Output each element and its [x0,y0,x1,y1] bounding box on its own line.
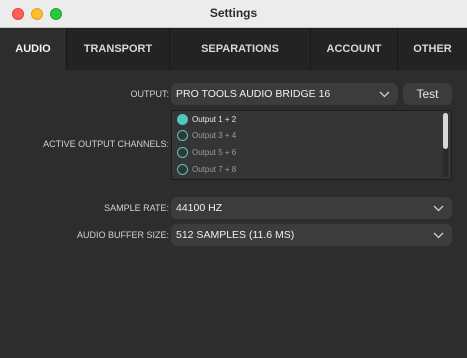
radio-icon [177,164,188,176]
output-select[interactable]: PRO TOOLS AUDIO BRIDGE 16 [171,83,398,105]
radio-icon [177,114,188,126]
settings-window: Settings AUDIO TRANSPORT SEPARATIONS ACC… [0,0,467,358]
channel-option-3-4[interactable]: Output 3 + 4 [177,129,236,143]
channel-option-5-6[interactable]: Output 5 + 6 [177,146,236,160]
sample-rate-value: 44100 HZ [176,202,223,214]
radio-icon [177,147,188,159]
channel-label: Output 1 + 2 [192,115,237,124]
buffer-size-label: AUDIO BUFFER SIZE: [76,230,169,240]
tab-account[interactable]: ACCOUNT [311,28,398,70]
channel-option-1-2[interactable]: Output 1 + 2 [177,113,236,127]
channel-option-7-8[interactable]: Output 7 + 8 [177,163,236,177]
channel-label: Output 5 + 6 [192,148,237,157]
buffer-size-select[interactable]: 512 SAMPLES (11.6 MS) [171,224,452,246]
tab-separations[interactable]: SEPARATIONS [170,28,311,70]
tab-transport[interactable]: TRANSPORT [67,28,170,70]
window-title: Settings [209,6,258,20]
sample-rate-label: SAMPLE RATE: [104,203,169,213]
channel-label: Output 7 + 8 [192,165,237,174]
test-button[interactable]: Test [403,83,452,105]
tab-bar: AUDIO TRANSPORT SEPARATIONS ACCOUNT OTHE… [0,28,467,70]
output-value: PRO TOOLS AUDIO BRIDGE 16 [176,88,331,100]
channels-list: Output 1 + 2 Output 3 + 4 Output 5 + 6 O… [171,110,452,180]
scrollbar-thumb[interactable] [443,113,448,149]
channel-label: Output 3 + 4 [192,131,237,140]
tab-other[interactable]: OTHER [398,28,467,70]
buffer-size-value: 512 SAMPLES (11.6 MS) [176,229,295,241]
active-channels-label: ACTIVE OUTPUT CHANNELS: [43,139,169,149]
tab-audio[interactable]: AUDIO [0,28,67,70]
radio-icon [177,130,188,142]
chevron-down-icon [433,224,444,255]
sample-rate-select[interactable]: 44100 HZ [171,197,452,219]
output-label: OUTPUT: [130,89,169,99]
title-bar: Settings [0,0,467,28]
channels-scrollbar[interactable] [443,113,448,177]
